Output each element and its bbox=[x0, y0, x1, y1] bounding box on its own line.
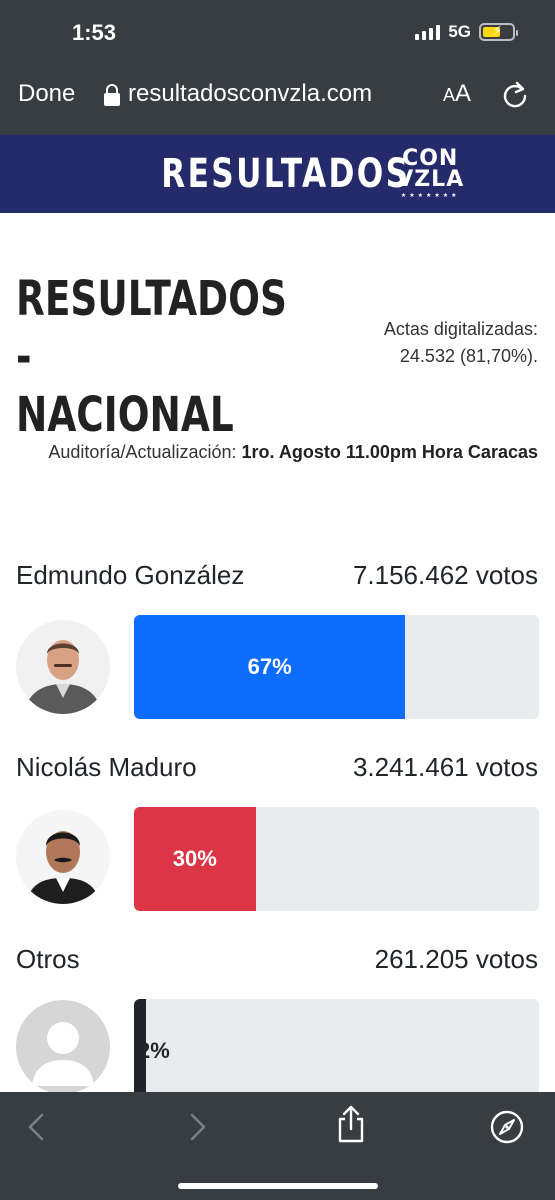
actas-info: Actas digitalizadas: 24.532 (81,70%). bbox=[308, 316, 538, 370]
candidate-avatar bbox=[16, 620, 110, 714]
candidate-name: Edmundo González bbox=[16, 560, 245, 590]
reload-icon[interactable] bbox=[500, 80, 530, 110]
candidate-votes: 261.205 votos bbox=[374, 944, 538, 974]
audit-info: Auditoría/Actualización: 1ro. Agosto 11.… bbox=[38, 437, 538, 467]
percentage-bar: 67% bbox=[134, 615, 539, 719]
browser-chrome: 1:53 5G ⚡ Done resultadosconvzla.com AA bbox=[0, 0, 555, 135]
candidate-name: Nicolás Maduro bbox=[16, 752, 197, 782]
percentage-bar: 30% bbox=[134, 807, 539, 911]
percentage-bar-fill: 67% bbox=[134, 615, 406, 719]
actas-value: 24.532 (81,70%). bbox=[399, 346, 538, 366]
address-bar: Done resultadosconvzla.com AA bbox=[0, 72, 555, 118]
page-title: RESULTADOS - NACIONAL bbox=[16, 271, 287, 443]
logo-text: RESULTADOS bbox=[161, 151, 411, 197]
url-field[interactable]: resultadosconvzla.com bbox=[128, 80, 428, 108]
network-label: 5G bbox=[448, 22, 471, 41]
actas-label: Actas digitalizadas: bbox=[383, 319, 538, 339]
candidate-avatar bbox=[16, 810, 110, 904]
share-icon[interactable] bbox=[334, 1104, 368, 1144]
audit-label: Auditoría/Actualización: bbox=[48, 442, 237, 462]
candidate-votes: 7.156.462 votos bbox=[352, 560, 538, 590]
percentage-bar-fill: 2% bbox=[134, 999, 170, 1103]
percentage-bar: 2% bbox=[134, 999, 539, 1103]
candidate-name: Otros bbox=[16, 944, 80, 974]
percentage-bar-fill: 30% bbox=[134, 807, 256, 911]
signal-icon bbox=[415, 24, 441, 40]
back-icon[interactable] bbox=[20, 1110, 54, 1144]
status-time: 1:53 bbox=[72, 20, 117, 45]
battery-icon: ⚡ bbox=[479, 23, 518, 41]
status-indicators: 5G ⚡ bbox=[415, 22, 518, 42]
home-indicator bbox=[178, 1183, 378, 1189]
site-header: RESULTADOS CON VZLA ★★★★★★★ bbox=[0, 135, 555, 213]
forward-icon[interactable] bbox=[180, 1110, 214, 1144]
candidate-votes: 3.241.461 votos bbox=[352, 752, 538, 782]
text-size-button[interactable]: AA bbox=[443, 80, 471, 108]
lock-icon bbox=[104, 84, 120, 106]
compass-icon[interactable] bbox=[490, 1110, 524, 1144]
placeholder-avatar-icon bbox=[16, 1000, 110, 1094]
done-button[interactable]: Done bbox=[18, 80, 75, 108]
audit-value: 1ro. Agosto 11.00pm Hora Caracas bbox=[241, 442, 538, 462]
